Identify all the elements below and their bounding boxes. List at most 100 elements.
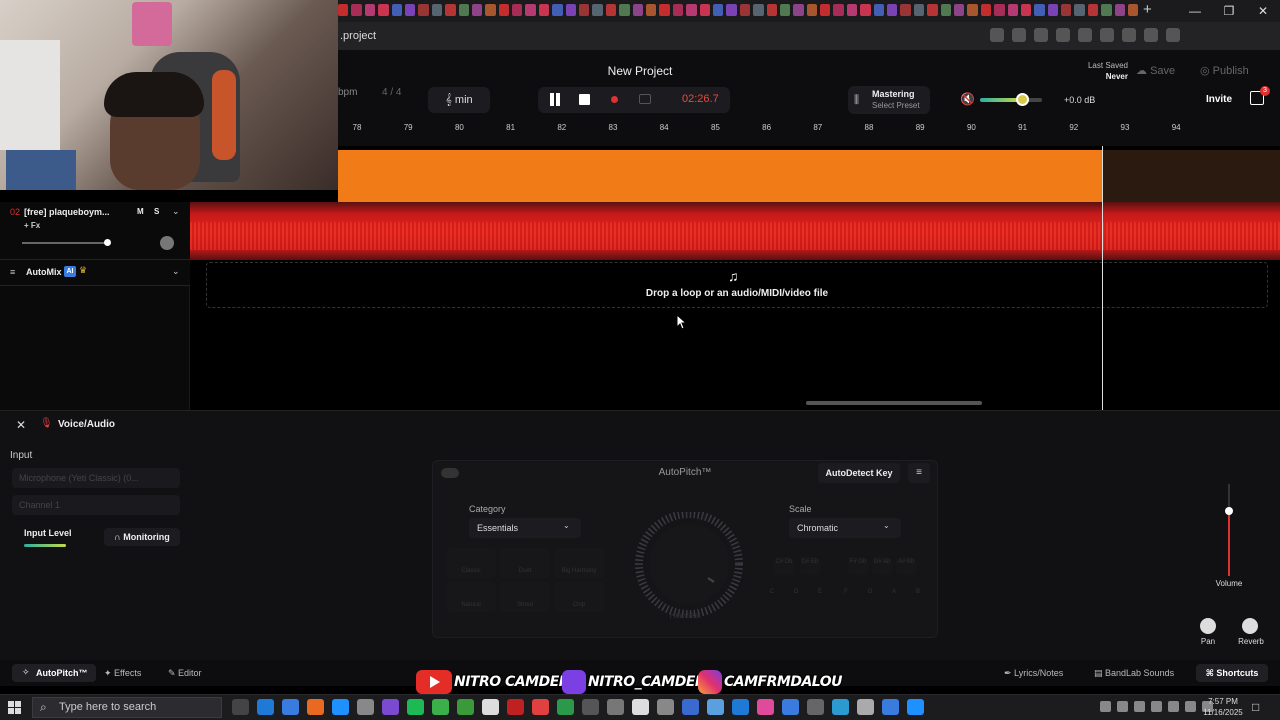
pause-icon[interactable] <box>548 93 562 107</box>
preset-natural[interactable]: Natural <box>446 582 496 612</box>
profile-avatar[interactable] <box>1144 28 1158 42</box>
note-f[interactable]: F <box>838 585 854 599</box>
tab-favicon[interactable] <box>913 4 925 16</box>
tab-favicon[interactable] <box>471 4 483 16</box>
taskbar-app-icon[interactable] <box>657 699 674 715</box>
key-f-sharp[interactable]: F# Gb <box>848 557 868 575</box>
twitch-extension-icon[interactable] <box>1100 28 1114 42</box>
track-2-mute-button[interactable]: M <box>137 207 144 216</box>
tab-favicon[interactable] <box>860 4 871 16</box>
speaker-mute-icon[interactable]: 🔇 <box>960 92 975 106</box>
taskbar-app-icon[interactable] <box>382 699 399 715</box>
address-text[interactable]: .project <box>340 30 376 42</box>
taskbar-app-icon[interactable] <box>532 699 549 715</box>
invite-button[interactable]: Invite <box>1198 88 1240 112</box>
tab-favicon[interactable] <box>793 4 804 16</box>
tab-favicon[interactable] <box>512 4 523 16</box>
taskbar-app-icon[interactable] <box>682 699 699 715</box>
tab-favicon[interactable] <box>846 4 858 16</box>
tab-favicon[interactable] <box>833 4 844 16</box>
timeline-scrollbar[interactable] <box>806 401 982 405</box>
tab-favicon[interactable] <box>753 4 764 16</box>
key-c-sharp[interactable]: C# Db <box>774 557 794 575</box>
taskbar-app-icon[interactable] <box>907 699 924 715</box>
settings-sliders-icon[interactable]: ≡ <box>908 463 930 483</box>
tab-favicon[interactable] <box>404 4 416 16</box>
save-button[interactable]: ☁ Save <box>1136 60 1194 82</box>
notifications-icon[interactable]: □ <box>1252 700 1259 714</box>
tab-favicon[interactable] <box>378 4 389 16</box>
taskbar-app-icon[interactable] <box>282 699 299 715</box>
tab-favicon[interactable] <box>364 4 376 16</box>
tempo-mode-button[interactable]: 𝄞 min <box>428 87 490 113</box>
tab-favicon[interactable] <box>391 4 402 16</box>
tab-favicon[interactable] <box>766 4 777 16</box>
note-d[interactable]: D <box>788 585 804 599</box>
tab-favicon[interactable] <box>699 4 710 16</box>
tab-favicon[interactable] <box>605 4 617 16</box>
note-b[interactable]: B <box>910 585 926 599</box>
tab-favicon[interactable] <box>994 4 1005 16</box>
tab-favicon[interactable] <box>686 4 697 16</box>
system-tray-icons[interactable] <box>1100 701 1213 712</box>
new-tab-button[interactable]: + <box>1143 1 1152 18</box>
tab-favicon[interactable] <box>485 4 496 16</box>
tab-favicon[interactable] <box>739 4 751 16</box>
tab-favicon[interactable] <box>980 4 992 16</box>
tab-editor[interactable]: ✎ Editor <box>168 668 202 679</box>
preset-big-harmony[interactable]: Big Harmony <box>554 548 604 578</box>
bookmark-star-icon[interactable] <box>1056 28 1070 42</box>
browser-menu-icon[interactable] <box>1166 28 1180 42</box>
taskbar-app-icon[interactable] <box>707 699 724 715</box>
tab-favicon[interactable] <box>1047 4 1059 16</box>
tab-favicon[interactable] <box>351 4 362 16</box>
tab-favicon[interactable] <box>445 4 456 16</box>
taskbar-app-icon[interactable] <box>832 699 849 715</box>
track-2-fader-knob[interactable] <box>104 239 111 246</box>
tab-favicon[interactable] <box>525 4 536 16</box>
pan-knob[interactable] <box>1200 618 1216 634</box>
download-icon[interactable] <box>990 28 1004 42</box>
tab-favicon[interactable] <box>820 4 831 16</box>
mastering-preset[interactable]: Select Preset <box>872 101 920 110</box>
taskbar-app-icon[interactable] <box>582 699 599 715</box>
project-title[interactable]: New Project <box>580 64 700 78</box>
preset-shred[interactable]: Shred <box>500 582 550 612</box>
tab-favicon[interactable] <box>458 4 469 16</box>
tab-favicon[interactable] <box>645 4 657 16</box>
taskbar-app-icon[interactable] <box>857 699 874 715</box>
autopitch-toggle[interactable] <box>441 468 459 478</box>
preset-duet[interactable]: Duet <box>500 548 550 578</box>
taskbar-app-icon[interactable] <box>232 699 249 715</box>
tab-favicon[interactable] <box>1034 4 1045 16</box>
taskbar-app-icon[interactable] <box>307 699 324 715</box>
tab-favicon[interactable] <box>900 4 911 16</box>
loop-icon[interactable] <box>639 94 651 104</box>
tab-favicon[interactable] <box>1087 4 1099 16</box>
minimize-button[interactable]: — <box>1178 0 1212 22</box>
track-2-volume-fader[interactable] <box>22 242 108 244</box>
note-c[interactable]: C <box>764 585 780 599</box>
tab-favicon[interactable] <box>579 4 590 16</box>
taskbar-search[interactable]: Type here to search <box>32 697 222 718</box>
taskbar-app-icon[interactable] <box>407 699 424 715</box>
playhead[interactable] <box>1102 146 1103 410</box>
tab-favicon[interactable] <box>779 4 791 16</box>
tab-favicon[interactable] <box>726 4 737 16</box>
tab-favicon[interactable] <box>1074 4 1085 16</box>
tab-favicon[interactable] <box>806 4 818 16</box>
taskbar-app-icon[interactable] <box>257 699 274 715</box>
tab-bandlab-sounds[interactable]: ▤ BandLab Sounds <box>1094 668 1174 679</box>
chevron-down-icon[interactable]: ⌄ <box>172 206 180 217</box>
tab-favicon[interactable] <box>1128 4 1138 16</box>
tab-favicon[interactable] <box>1114 4 1126 16</box>
extensions-puzzle-icon[interactable] <box>1122 28 1136 42</box>
maximize-button[interactable]: ❐ <box>1212 0 1246 22</box>
taskbar-app-icon[interactable] <box>882 699 899 715</box>
taskbar-app-icon[interactable] <box>507 699 524 715</box>
chevron-down-icon[interactable]: ⌄ <box>172 266 180 277</box>
taskbar-app-icon[interactable] <box>607 699 624 715</box>
taskbar-app-icon[interactable] <box>632 699 649 715</box>
taskbar-app-icons[interactable] <box>232 699 924 715</box>
tab-favicon[interactable] <box>1101 4 1112 16</box>
